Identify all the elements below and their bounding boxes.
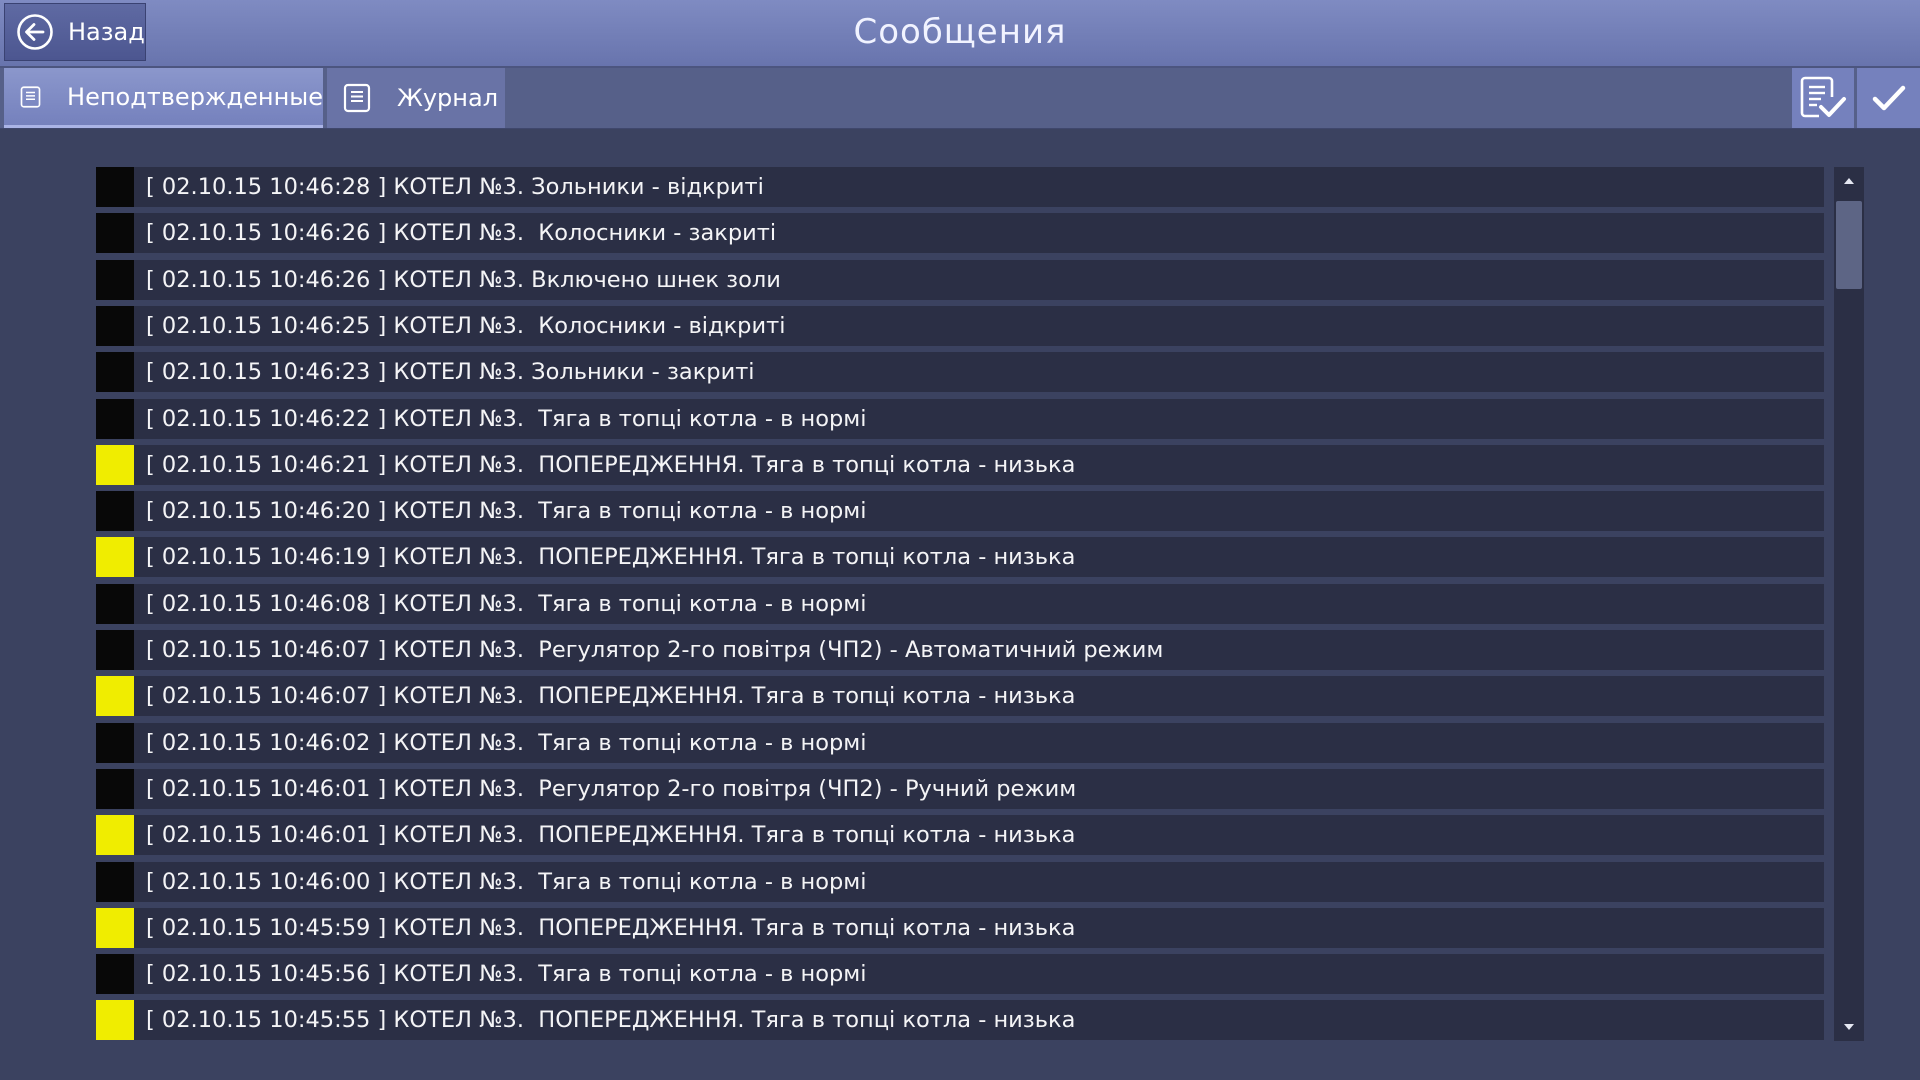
info-indicator (96, 260, 134, 300)
message-row[interactable]: [ 02.10.15 10:45:59 ] КОТЕЛ №3. ПОПЕРЕДЖ… (96, 908, 1824, 948)
message-row[interactable]: [ 02.10.15 10:46:01 ] КОТЕЛ №3. ПОПЕРЕДЖ… (96, 815, 1824, 855)
warning-indicator (96, 676, 134, 716)
warning-indicator (96, 537, 134, 577)
arrow-down-icon (1844, 1024, 1854, 1030)
message-text: [ 02.10.15 10:46:26 ] КОТЕЛ №3. Колосник… (146, 220, 777, 246)
message-text: [ 02.10.15 10:46:26 ] КОТЕЛ №3. Включено… (146, 267, 781, 293)
message-text: [ 02.10.15 10:46:21 ] КОТЕЛ №3. ПОПЕРЕДЖ… (146, 452, 1076, 478)
message-row[interactable]: [ 02.10.15 10:46:01 ] КОТЕЛ №3. Регулято… (96, 769, 1824, 809)
document-icon (343, 83, 371, 113)
warning-indicator (96, 1000, 134, 1040)
message-row[interactable]: [ 02.10.15 10:46:20 ] КОТЕЛ №3. Тяга в т… (96, 491, 1824, 531)
message-text: [ 02.10.15 10:46:07 ] КОТЕЛ №3. Регулято… (146, 637, 1164, 663)
info-indicator (96, 491, 134, 531)
message-row[interactable]: [ 02.10.15 10:46:26 ] КОТЕЛ №3. Колосник… (96, 213, 1824, 253)
message-text: [ 02.10.15 10:46:20 ] КОТЕЛ №3. Тяга в т… (146, 498, 867, 524)
message-row[interactable]: [ 02.10.15 10:46:22 ] КОТЕЛ №3. Тяга в т… (96, 399, 1824, 439)
document-check-icon (1800, 76, 1846, 118)
scroll-down-button[interactable] (1834, 1013, 1864, 1041)
message-row[interactable]: [ 02.10.15 10:46:21 ] КОТЕЛ №3. ПОПЕРЕДЖ… (96, 445, 1824, 485)
info-indicator (96, 630, 134, 670)
message-text: [ 02.10.15 10:45:59 ] КОТЕЛ №3. ПОПЕРЕДЖ… (146, 915, 1076, 941)
info-indicator (96, 213, 134, 253)
message-row[interactable]: [ 02.10.15 10:46:19 ] КОТЕЛ №3. ПОПЕРЕДЖ… (96, 537, 1824, 577)
message-row[interactable]: [ 02.10.15 10:46:25 ] КОТЕЛ №3. Колосник… (96, 306, 1824, 346)
message-row[interactable]: [ 02.10.15 10:46:07 ] КОТЕЛ №3. Регулято… (96, 630, 1824, 670)
message-text: [ 02.10.15 10:46:25 ] КОТЕЛ №3. Колосник… (146, 313, 786, 339)
message-text: [ 02.10.15 10:46:08 ] КОТЕЛ №3. Тяга в т… (146, 591, 867, 617)
scrollbar[interactable] (1834, 167, 1864, 1041)
message-text: [ 02.10.15 10:46:07 ] КОТЕЛ №3. ПОПЕРЕДЖ… (146, 683, 1076, 709)
page-title: Сообщения (853, 12, 1067, 52)
warning-indicator (96, 908, 134, 948)
message-row[interactable]: [ 02.10.15 10:46:08 ] КОТЕЛ №3. Тяга в т… (96, 584, 1824, 624)
message-row[interactable]: [ 02.10.15 10:46:02 ] КОТЕЛ №3. Тяга в т… (96, 723, 1824, 763)
message-text: [ 02.10.15 10:46:01 ] КОТЕЛ №3. ПОПЕРЕДЖ… (146, 822, 1076, 848)
confirm-button[interactable] (1857, 68, 1920, 128)
tab-unconfirmed-label: Неподтвержденные (67, 82, 323, 111)
scroll-up-button[interactable] (1834, 167, 1864, 195)
message-row[interactable]: [ 02.10.15 10:46:07 ] КОТЕЛ №3. ПОПЕРЕДЖ… (96, 676, 1824, 716)
message-text: [ 02.10.15 10:46:00 ] КОТЕЛ №3. Тяга в т… (146, 869, 867, 895)
message-text: [ 02.10.15 10:46:28 ] КОТЕЛ №3. Зольники… (146, 174, 764, 200)
warning-indicator (96, 815, 134, 855)
message-row[interactable]: [ 02.10.15 10:46:28 ] КОТЕЛ №3. Зольники… (96, 167, 1824, 207)
message-list: [ 02.10.15 10:46:28 ] КОТЕЛ №3. Зольники… (96, 167, 1824, 1041)
message-row[interactable]: [ 02.10.15 10:45:56 ] КОТЕЛ №3. Тяга в т… (96, 954, 1824, 994)
info-indicator (96, 584, 134, 624)
message-row[interactable]: [ 02.10.15 10:45:55 ] КОТЕЛ №3. ПОПЕРЕДЖ… (96, 1000, 1824, 1040)
warning-indicator (96, 445, 134, 485)
checkmark-icon (1872, 85, 1905, 111)
info-indicator (96, 954, 134, 994)
tab-unconfirmed[interactable]: Неподтвержденные (4, 68, 323, 128)
messages-window: Назад Сообщения Неподтвержденные Журнал (0, 0, 1920, 1080)
tab-journal[interactable]: Журнал (327, 68, 505, 128)
info-indicator (96, 769, 134, 809)
message-text: [ 02.10.15 10:45:55 ] КОТЕЛ №3. ПОПЕРЕДЖ… (146, 1007, 1076, 1033)
info-indicator (96, 862, 134, 902)
title-bar: Назад Сообщения (0, 0, 1920, 68)
message-row[interactable]: [ 02.10.15 10:46:00 ] КОТЕЛ №3. Тяга в т… (96, 862, 1824, 902)
info-indicator (96, 723, 134, 763)
message-text: [ 02.10.15 10:46:02 ] КОТЕЛ №3. Тяга в т… (146, 730, 867, 756)
message-text: [ 02.10.15 10:46:22 ] КОТЕЛ №3. Тяга в т… (146, 406, 867, 432)
document-icon (20, 85, 41, 108)
tab-bar: Неподтвержденные Журнал (0, 68, 1920, 129)
message-row[interactable]: [ 02.10.15 10:46:23 ] КОТЕЛ №3. Зольники… (96, 352, 1824, 392)
message-text: [ 02.10.15 10:46:01 ] КОТЕЛ №3. Регулято… (146, 776, 1077, 802)
message-text: [ 02.10.15 10:46:23 ] КОТЕЛ №3. Зольники… (146, 359, 755, 385)
message-row[interactable]: [ 02.10.15 10:46:26 ] КОТЕЛ №3. Включено… (96, 260, 1824, 300)
info-indicator (96, 306, 134, 346)
arrow-up-icon (1844, 178, 1854, 184)
info-indicator (96, 352, 134, 392)
confirm-list-button[interactable] (1792, 68, 1854, 128)
scroll-thumb[interactable] (1836, 201, 1862, 289)
info-indicator (96, 399, 134, 439)
message-text: [ 02.10.15 10:45:56 ] КОТЕЛ №3. Тяга в т… (146, 961, 867, 987)
tab-journal-label: Журнал (397, 84, 499, 112)
info-indicator (96, 167, 134, 207)
message-text: [ 02.10.15 10:46:19 ] КОТЕЛ №3. ПОПЕРЕДЖ… (146, 544, 1076, 570)
